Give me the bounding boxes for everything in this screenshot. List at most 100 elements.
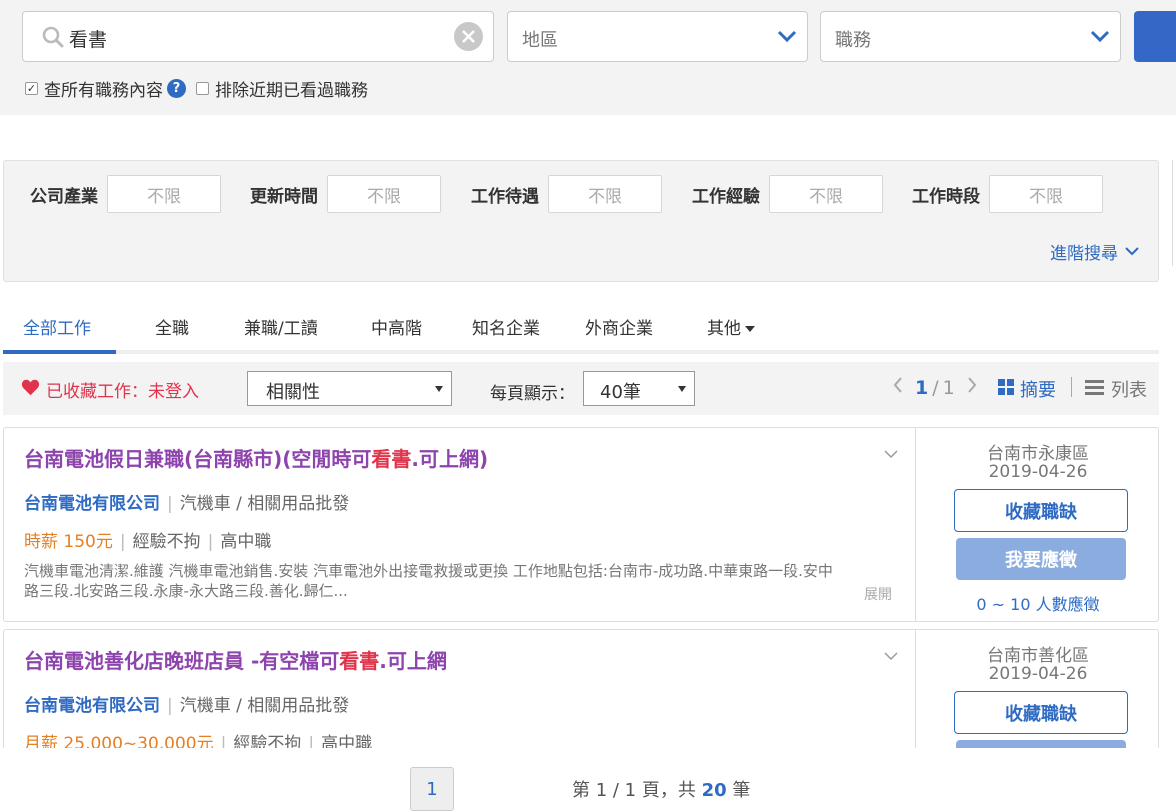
filter-panel: 公司產業 不限 更新時間 不限 工作待遇 不限 工作經驗 不限 工作時段 不限 …: [3, 160, 1159, 282]
industry: 汽機車 / 相關用品批發: [179, 494, 350, 514]
job-location: 台南市善化區: [987, 646, 1089, 666]
expand-link[interactable]: 展開: [864, 584, 892, 604]
saved-jobs-link[interactable]: 已收藏工作：未登入: [21, 377, 199, 402]
view-list-toggle[interactable]: 列表: [1085, 376, 1147, 402]
filter-label: 工作經驗: [692, 186, 760, 207]
view-summary-toggle[interactable]: 摘要: [997, 376, 1056, 402]
job-select-label: 職務: [835, 30, 871, 51]
sort-select[interactable]: 相關性: [247, 371, 452, 406]
search-band: 看書 地區 職務 查所有職務內容 ? 排除近期已看過職務: [0, 0, 1176, 115]
company-line: 台南電池有限公司 | 汽機車 / 相關用品批發: [24, 691, 349, 716]
chevron-down-icon[interactable]: [883, 646, 899, 665]
chevron-down-icon: [1090, 28, 1110, 48]
apply-button[interactable]: [956, 740, 1126, 748]
job-title-link[interactable]: 台南電池善化店晚班店員 -有空檔可看書.可上網: [24, 645, 447, 674]
job-type-tabs: 全部工作 全職 兼職/工讀 中高階 知名企業 外商企業 其他: [3, 306, 1159, 354]
job-date: 2019-04-26: [988, 664, 1088, 684]
saved-jobs-label: 已收藏工作：未登入: [46, 382, 199, 402]
filter-salary-select[interactable]: 不限: [548, 175, 662, 213]
advanced-search-label: 進階搜尋: [1050, 244, 1118, 264]
exclude-viewed-checkbox[interactable]: [196, 81, 209, 95]
job-date: 2019-04-26: [988, 462, 1088, 482]
view-divider: [1071, 377, 1072, 397]
keyword-search-input[interactable]: 看書: [22, 11, 494, 62]
search-all-label[interactable]: 查所有職務內容: [44, 76, 163, 101]
search-keyword-value[interactable]: 看書: [69, 25, 107, 52]
search-all-checkbox[interactable]: [25, 81, 38, 95]
advanced-search-link[interactable]: 進階搜尋: [1050, 239, 1140, 264]
dropdown-arrow-icon: [435, 386, 443, 392]
help-icon[interactable]: ?: [167, 78, 186, 98]
job-description: 汽機車電池清潔.維護 汽機車電池銷售.安裝 汽車電池外出接電救援或更換 工作地點…: [24, 562, 833, 600]
job-meta: 時薪 150元 | 經驗不拘 | 高中職: [24, 527, 271, 552]
next-page-icon[interactable]: [967, 376, 977, 399]
dropdown-arrow-icon: [678, 386, 686, 392]
per-page-value: 40筆: [600, 382, 641, 403]
filter-experience-select[interactable]: 不限: [769, 175, 883, 213]
job-meta: 月薪 25,000~30,000元 | 經驗不拘 | 高中職: [24, 729, 372, 748]
page-info-text: 第 1 / 1 頁，共: [572, 780, 702, 801]
job-title-text: 台南電池善化店晚班店員 -有空檔可: [24, 649, 340, 673]
filter-industry-select[interactable]: 不限: [107, 175, 221, 213]
job-title-highlight: 看書: [371, 447, 412, 471]
company-name-link[interactable]: 台南電池有限公司: [24, 494, 160, 514]
chevron-down-icon: [777, 28, 797, 48]
job-title-highlight: 看書: [339, 649, 380, 673]
tab-famous-company[interactable]: 知名企業: [472, 314, 540, 339]
tab-foreign-company[interactable]: 外商企業: [585, 314, 653, 339]
separator: |: [119, 532, 126, 552]
exclude-viewed-label[interactable]: 排除近期已看過職務: [215, 76, 368, 101]
tab-full-time[interactable]: 全職: [155, 314, 189, 339]
education: 高中職: [321, 734, 373, 748]
tab-senior[interactable]: 中高階: [371, 314, 422, 339]
job-title-link[interactable]: 台南電池假日兼職(台南縣市)(空閒時可看書.可上網): [24, 443, 488, 472]
apply-button[interactable]: 我要應徵: [956, 538, 1126, 580]
total-pages: 1: [942, 376, 955, 399]
separator: |: [167, 494, 173, 514]
job-list: 台南電池假日兼職(台南縣市)(空閒時可看書.可上網) 台南電池有限公司 | 汽機車 …: [3, 427, 1159, 748]
page-info: 第 1 / 1 頁，共 20 筆: [572, 776, 750, 802]
salary: 時薪 150元: [24, 532, 113, 552]
filter-update-time: 更新時間 不限: [250, 175, 441, 213]
per-page-label: 每頁顯示：: [490, 384, 575, 404]
active-tab-indicator: [3, 350, 116, 354]
filter-work-hours-select[interactable]: 不限: [989, 175, 1103, 213]
job-location: 台南市永康區: [987, 444, 1089, 464]
filter-industry: 公司產業 不限: [30, 175, 221, 213]
clear-icon[interactable]: [454, 22, 483, 51]
page-separator: /: [932, 376, 939, 399]
search-options: 查所有職務內容 ? 排除近期已看過職務: [25, 76, 368, 101]
sort-value: 相關性: [266, 382, 320, 403]
filter-work-hours: 工作時段 不限: [912, 175, 1103, 213]
applicant-count[interactable]: 0 ~ 10 人數應徵: [916, 591, 1159, 615]
page-button[interactable]: 1: [410, 767, 454, 811]
results-toolbar: 已收藏工作：未登入 相關性 每頁顯示： 40筆 1 / 1 摘要 列表: [3, 362, 1159, 415]
tab-other[interactable]: 其他: [707, 314, 755, 339]
prev-page-icon[interactable]: [893, 376, 903, 399]
separator: |: [308, 734, 315, 748]
save-job-button[interactable]: 收藏職缺: [954, 489, 1128, 532]
filter-update-time-select[interactable]: 不限: [327, 175, 441, 213]
separator: |: [207, 532, 214, 552]
view-summary-label: 摘要: [1020, 380, 1056, 401]
separator: |: [220, 734, 227, 748]
tab-part-time[interactable]: 兼職/工讀: [244, 314, 318, 339]
filter-label: 工作待遇: [471, 186, 539, 207]
area-select-label: 地區: [522, 30, 558, 51]
tab-all-jobs[interactable]: 全部工作: [23, 314, 91, 339]
per-page-select[interactable]: 40筆: [583, 371, 695, 406]
caret-down-icon: [745, 326, 755, 332]
save-job-button[interactable]: 收藏職缺: [954, 691, 1128, 734]
filter-experience: 工作經驗 不限: [692, 175, 883, 213]
side-panel-edge: [1172, 160, 1176, 266]
chevron-down-icon[interactable]: [883, 444, 899, 463]
separator: |: [167, 696, 173, 716]
company-name-link[interactable]: 台南電池有限公司: [24, 696, 160, 716]
job-title-text: .可上網): [411, 447, 489, 471]
chevron-down-icon: [1124, 242, 1140, 262]
experience: 經驗不拘: [132, 532, 201, 552]
search-button[interactable]: [1134, 11, 1176, 62]
job-category-select[interactable]: 職務: [820, 11, 1121, 62]
area-select[interactable]: 地區: [507, 11, 808, 62]
tab-other-label: 其他: [707, 319, 741, 339]
